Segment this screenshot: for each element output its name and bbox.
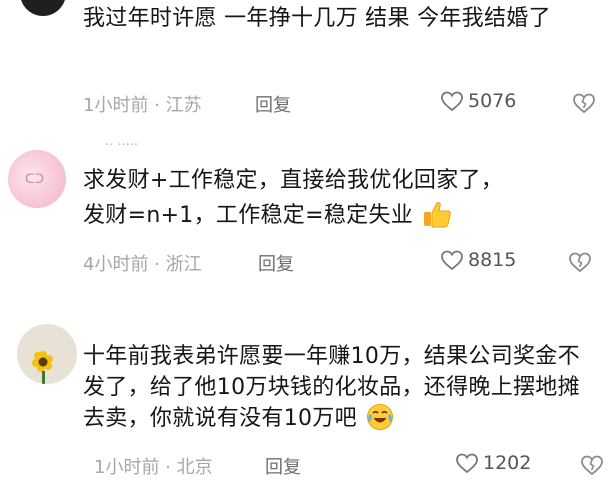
meta-separator: · [159, 457, 177, 478]
thumbs-up-emoji [424, 202, 452, 228]
comment-3: 十年前我表弟许愿要一年赚10万，结果公司奖金不发了，给了他10万块钱的化妆品，还… [0, 310, 613, 485]
dislike-button[interactable] [580, 454, 604, 480]
dislike-button[interactable] [568, 251, 592, 277]
comment-meta: 1小时前 · 北京 [94, 453, 213, 479]
broken-heart-icon [581, 455, 603, 476]
comment-time: 1小时前 [83, 95, 149, 116]
comment-meta: 4小时前 · 浙江 [83, 250, 202, 276]
like-button[interactable]: 5076 [440, 90, 516, 112]
reply-button[interactable]: 回复 [258, 250, 294, 276]
heart-outline-icon [441, 91, 463, 112]
comment-location: 北京 [176, 457, 213, 478]
comment-1: 我过年时许愿 一年挣十几万 结果 今年我结婚了 1小时前 · 江苏 回复 507… [0, 0, 613, 125]
broken-heart-icon [573, 93, 595, 114]
comment-2: ·· ····· ᑕᑐ 求发财+工作稳定，直接给我优化回家了， 发财=n+1，工… [0, 138, 613, 290]
heart-outline-icon [441, 250, 463, 271]
meta-separator: · [148, 254, 166, 275]
comment-meta: 1小时前 · 江苏 [83, 91, 202, 117]
like-button[interactable]: 1202 [455, 452, 531, 474]
comment-text: 我过年时许愿 一年挣十几万 结果 今年我结婚了 [83, 6, 551, 31]
username-fragment: ·· ····· [105, 138, 139, 153]
reply-button[interactable]: 回复 [255, 91, 291, 117]
like-count: 8815 [468, 249, 517, 271]
broken-heart-icon [569, 252, 591, 273]
avatar[interactable]: ᑕᑐ [8, 150, 66, 208]
avatar-doodle: ᑕᑐ [25, 172, 44, 187]
comment-text-content: 十年前我表弟许愿要一年赚10万，结果公司奖金不发了，给了他10万块钱的化妆品，还… [83, 344, 580, 431]
dislike-button[interactable] [572, 92, 596, 118]
comment-time: 1小时前 [94, 457, 160, 478]
comment-text-line-1: 求发财+工作稳定，直接给我优化回家了， [83, 168, 504, 193]
like-button[interactable]: 8815 [440, 249, 516, 271]
comment-time: 4小时前 [83, 254, 149, 275]
reply-button[interactable]: 回复 [265, 453, 301, 479]
crying-laughing-emoji [367, 404, 394, 430]
like-count: 1202 [483, 452, 532, 474]
comment-text-line-2: 发财=n+1，工作稳定=稳定失业 [83, 200, 452, 231]
avatar[interactable] [20, 0, 66, 16]
avatar[interactable] [17, 324, 77, 384]
comment-location: 浙江 [165, 254, 202, 275]
sunflower-avatar-image [17, 324, 77, 384]
meta-separator: · [148, 95, 166, 116]
like-count: 5076 [468, 90, 517, 112]
comment-text: 十年前我表弟许愿要一年赚10万，结果公司奖金不发了，给了他10万块钱的化妆品，还… [83, 341, 595, 434]
heart-outline-icon [456, 453, 478, 474]
comment-text-line-2-content: 发财=n+1，工作稳定=稳定失业 [83, 203, 414, 228]
comment-location: 江苏 [165, 95, 202, 116]
